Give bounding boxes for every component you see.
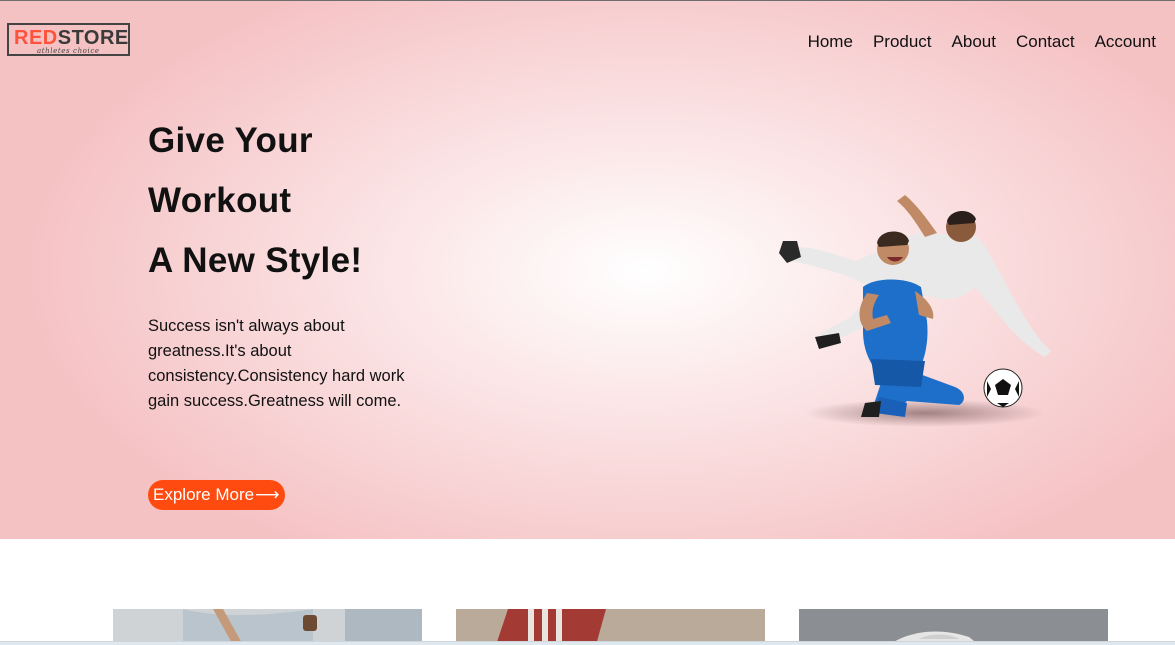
hero-section: REDSTORE athletes choice Home Product Ab… xyxy=(0,1,1175,539)
explore-more-label: Explore More xyxy=(153,485,255,504)
product-thumbnail-3[interactable] xyxy=(799,609,1108,645)
explore-more-button[interactable]: Explore More ⟶ xyxy=(148,480,286,510)
logo-store-part: STORE xyxy=(57,27,129,49)
nav-home[interactable]: Home xyxy=(808,32,853,52)
page: REDSTORE athletes choice Home Product Ab… xyxy=(0,0,1175,645)
hero-subtext: Success isn't always about greatness.It'… xyxy=(148,314,448,414)
logo-red-part: RED xyxy=(14,27,58,49)
hero-headline: Give Your Workout A New Style! xyxy=(148,111,362,291)
logo[interactable]: REDSTORE athletes choice xyxy=(7,23,130,56)
main-nav: Home Product About Contact Account xyxy=(808,32,1156,52)
nav-contact[interactable]: Contact xyxy=(1016,32,1075,52)
subtext-line-1: Success isn't always about xyxy=(148,317,345,335)
logo-wordmark: REDSTORE xyxy=(14,27,129,49)
headline-line-1: Give Your xyxy=(148,121,313,160)
logo-tagline: athletes choice xyxy=(37,47,100,55)
product-thumbnail-2-image xyxy=(456,609,765,645)
subtext-line-2: greatness.It's about xyxy=(148,342,292,360)
horizontal-scrollbar[interactable] xyxy=(0,641,1175,645)
product-thumbnail-2[interactable] xyxy=(456,609,765,645)
product-thumbnail-1-image xyxy=(113,609,422,645)
subtext-line-4: gain success.Greatness will come. xyxy=(148,392,402,410)
headline-line-2: Workout xyxy=(148,181,292,220)
football-players-image xyxy=(779,195,1051,427)
subtext-line-3: consistency.Consistency hard work xyxy=(148,367,405,385)
nav-product[interactable]: Product xyxy=(873,32,932,52)
product-thumbnail-1[interactable] xyxy=(113,609,422,645)
nav-about[interactable]: About xyxy=(952,32,996,52)
nav-account[interactable]: Account xyxy=(1095,32,1156,52)
arrow-right-icon: ⟶ xyxy=(255,485,280,504)
headline-line-3: A New Style! xyxy=(148,241,363,280)
product-thumbnail-3-image xyxy=(799,609,1108,645)
